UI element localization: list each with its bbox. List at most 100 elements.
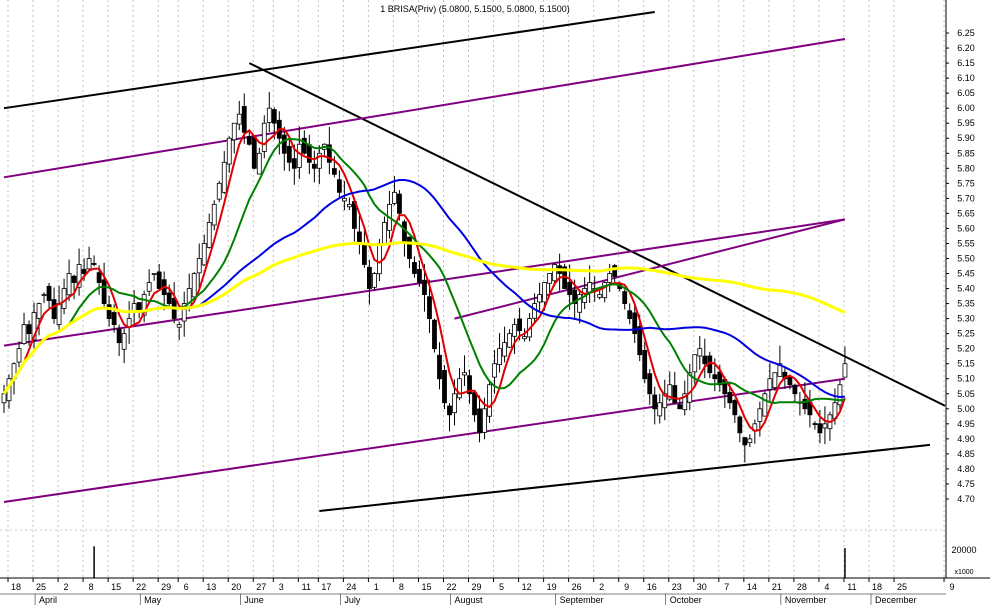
candle-body — [642, 349, 648, 380]
volume-unit-label: x1000 — [954, 569, 973, 576]
candle-body — [166, 292, 172, 304]
candle-body — [121, 333, 127, 350]
candle-body — [672, 385, 678, 404]
candle-body — [101, 279, 107, 304]
candle-body — [266, 107, 272, 123]
candle-body — [156, 271, 162, 289]
candle-body — [812, 423, 818, 425]
month-label: June — [244, 595, 264, 605]
candle-body — [377, 243, 382, 275]
candle-body — [236, 113, 242, 125]
candle-body — [151, 273, 157, 275]
date-tick-label: 18 — [11, 582, 21, 592]
price-tick-label: 4.85 — [957, 449, 975, 459]
candle-body — [762, 393, 768, 417]
price-tick-label: 6.00 — [957, 103, 975, 113]
candle-body — [427, 296, 432, 320]
candle-body — [452, 393, 457, 414]
price-tick-label: 4.80 — [957, 464, 975, 474]
candle-body — [677, 404, 683, 410]
candle-body — [231, 122, 237, 141]
candle-body — [341, 197, 347, 202]
candle-body — [647, 373, 653, 395]
price-tick-label: 5.05 — [957, 389, 975, 399]
candle-body — [457, 378, 462, 399]
date-tick-label: 11 — [302, 582, 311, 592]
candle-body — [767, 378, 773, 390]
candle-body — [66, 273, 72, 296]
month-label: April — [39, 595, 57, 605]
candle-body — [336, 179, 342, 193]
candle-body — [512, 324, 517, 337]
candle-body — [372, 273, 377, 288]
date-tick-label: 15 — [111, 582, 121, 592]
candle-body — [542, 282, 548, 303]
candle-body — [261, 122, 267, 152]
month-label: October — [670, 595, 702, 605]
candle-body — [487, 384, 492, 417]
month-label: July — [344, 595, 361, 605]
month-label: August — [455, 595, 484, 605]
candle-body — [737, 416, 743, 434]
candle-body — [382, 222, 387, 244]
date-tick-label: 13 — [206, 582, 216, 592]
price-tick-label: 5.70 — [957, 193, 975, 203]
date-tick-label: 24 — [346, 582, 356, 592]
candle-body — [306, 144, 312, 163]
candle-body — [51, 299, 57, 320]
date-tick-label: 29 — [472, 582, 482, 592]
candle-body — [206, 222, 212, 248]
date-tick-label: 20 — [231, 582, 241, 592]
chart-title: 1 BRISA(Priv) (5.0800, 5.1500, 5.0800, 5… — [380, 4, 570, 14]
candle-body — [697, 348, 703, 357]
candle-body — [106, 304, 112, 320]
candle-body — [477, 408, 482, 434]
price-tick-label: 5.50 — [957, 253, 975, 263]
candle-body — [211, 203, 217, 226]
price-tick-label: 6.05 — [957, 88, 975, 98]
candle-body — [742, 437, 748, 446]
date-tick-label: 12 — [522, 582, 532, 592]
candle-body — [191, 273, 197, 298]
candle-body — [246, 136, 252, 145]
candle-body — [367, 266, 372, 289]
price-tick-label: 4.75 — [957, 479, 975, 489]
price-tick-label: 5.15 — [957, 359, 975, 369]
candle-body — [1, 393, 7, 404]
date-tick-label: 18 — [872, 582, 882, 592]
date-tick-label: 9 — [624, 582, 629, 592]
candle-body — [357, 231, 362, 244]
price-tick-label: 5.60 — [957, 223, 975, 233]
candle-body — [447, 405, 452, 416]
candle-body — [692, 354, 698, 373]
candle-body — [61, 288, 67, 309]
candle-body — [442, 369, 447, 404]
month-label: November — [785, 595, 827, 605]
candle-body — [422, 279, 427, 295]
date-tick-label: 25 — [897, 582, 907, 592]
candle-body — [492, 363, 497, 378]
candle-body — [286, 145, 292, 163]
candle-body — [567, 281, 573, 295]
candle-body — [522, 336, 527, 340]
candle-body — [537, 294, 543, 303]
date-tick-label: 6 — [184, 582, 189, 592]
date-tick-label: 22 — [446, 582, 456, 592]
stock-chart: 6.25 6.20 6.15 6.10 6.05 6.00 5.95 5.90 5.85 5.80… — [0, 0, 990, 605]
candle-body — [111, 312, 117, 326]
candle-body — [547, 273, 553, 284]
candle-body — [251, 136, 257, 169]
candle-body — [757, 408, 763, 422]
candle-body — [817, 423, 823, 434]
candle-body — [417, 268, 422, 283]
candle-body — [362, 244, 367, 265]
candle-body — [146, 282, 152, 292]
candle-body — [482, 408, 487, 433]
price-tick-label: 5.85 — [957, 148, 975, 158]
candle-body — [792, 384, 798, 395]
price-tick-label: 6.25 — [957, 28, 975, 38]
candle-body — [81, 268, 87, 274]
candle-body — [822, 423, 828, 429]
date-tick-label: 23 — [672, 582, 682, 592]
candle-body — [221, 161, 227, 193]
